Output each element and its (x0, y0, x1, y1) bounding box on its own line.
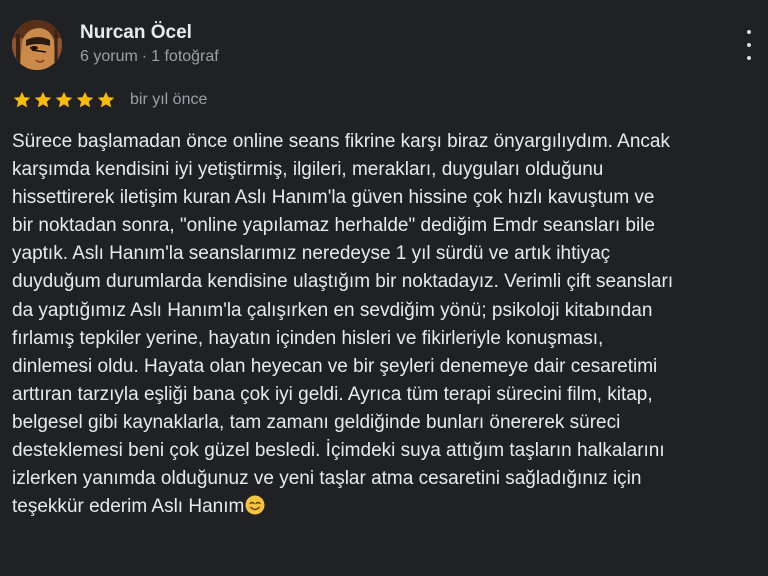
smiling-face-emoji-icon (245, 495, 265, 515)
review-line: duyduğum durumlarda kendisine ulaştığım … (12, 271, 674, 293)
more-vert-icon[interactable] (742, 30, 756, 60)
review-line: arttıran tarzıyla eşliği bana çok iyi ge… (12, 383, 653, 405)
star-icon (34, 91, 52, 108)
avatar-image (12, 20, 62, 70)
reviewer-meta: 6 yorum · 1 fotoğraf (80, 48, 219, 66)
review-line: teşekkür ederim Aslı Hanım (12, 493, 762, 521)
review-header: Nurcan Öcel 6 yorum · 1 fotoğraf (12, 20, 756, 72)
star-icon (76, 91, 94, 108)
review-line: belgesel gibi kaynaklarla, tam zamanı ge… (12, 411, 621, 433)
review-line: bir noktadan sonra, "online yapılamaz he… (12, 215, 655, 237)
review-line: Sürece başlamadan önce online seans fikr… (12, 131, 670, 152)
reviews-count: 6 yorum (80, 48, 138, 65)
review-line: desteklemesi beni çok güzel besledi. İçi… (12, 440, 665, 462)
rating-row: bir yıl önce (12, 88, 207, 112)
review-line: fırlamış tepkiler yerine, hayatın içinde… (12, 327, 604, 349)
review-text: Sürece başlamadan önce online seans fikr… (12, 128, 762, 521)
meta-separator: · (141, 48, 148, 65)
review-line: dinlemesi oldu. Hayata olan heyecan ve b… (12, 355, 658, 377)
review-line: hissettirerek iletişim kuran Aslı Hanım'… (12, 187, 655, 209)
review-time: bir yıl önce (130, 91, 208, 108)
reviewer-name[interactable]: Nurcan Öcel (80, 22, 192, 44)
star-icon (13, 91, 31, 108)
photos-count: 1 fotoğraf (151, 48, 219, 65)
star-icon (97, 91, 115, 108)
review-line: yaptık. Aslı Hanım'la seanslarımız nered… (12, 243, 611, 265)
review-line: karşımda kendisini iyi yetiştirmiş, ilgi… (12, 159, 604, 181)
star-rating (12, 90, 116, 110)
review-line: izlerken yanımda olduğunuz ve yeni taşla… (12, 468, 642, 490)
review-line: da yaptığımız Aslı Hanım'la çalışırken e… (12, 299, 653, 321)
reviewer-avatar[interactable] (12, 20, 62, 70)
star-icon (55, 91, 73, 108)
